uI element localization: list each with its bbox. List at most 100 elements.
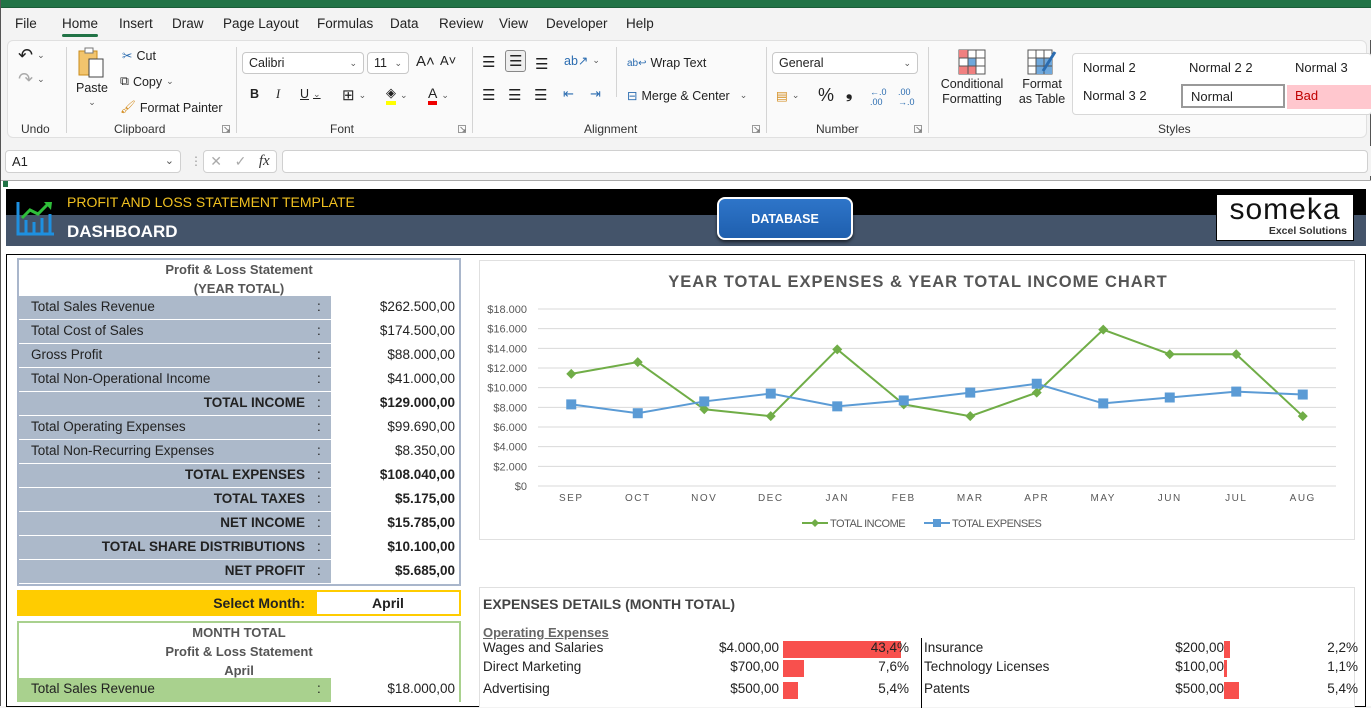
format-as-table-button[interactable]: Format as Table bbox=[1014, 49, 1070, 107]
cancel-icon[interactable]: ✕ bbox=[210, 153, 222, 170]
expense-row: Technology Licenses $100,00 1,1% bbox=[924, 659, 1358, 679]
align-middle-button[interactable]: ☰ bbox=[505, 50, 527, 72]
database-button[interactable]: DATABASE bbox=[717, 197, 853, 240]
expense-share-bar bbox=[1224, 682, 1239, 699]
row-label: NET PROFIT bbox=[19, 560, 317, 584]
font-launcher-icon[interactable]: ↘ bbox=[458, 125, 467, 134]
data-point bbox=[699, 396, 710, 407]
month-pl-header: MONTH TOTAL Profit & Loss Statement Apri… bbox=[17, 621, 461, 678]
expense-amount: $700,00 bbox=[730, 659, 779, 674]
income-expense-chart[interactable]: YEAR TOTAL EXPENSES & YEAR TOTAL INCOME … bbox=[479, 260, 1355, 540]
decrease-indent-button[interactable]: ⇤ bbox=[563, 86, 574, 102]
row-label: TOTAL EXPENSES bbox=[19, 464, 317, 488]
increase-indent-button[interactable]: ⇥ bbox=[590, 86, 601, 102]
y-tick-label: $16.000 bbox=[487, 324, 527, 336]
expense-amount: $100,00 bbox=[1175, 659, 1224, 674]
increase-font-button[interactable]: A˄ bbox=[416, 53, 435, 70]
name-box[interactable]: A1 ⌄ bbox=[5, 150, 181, 173]
undo-button[interactable]: ↶ ⌄ bbox=[18, 45, 45, 66]
row-label: Total Sales Revenue bbox=[19, 678, 317, 702]
align-center-button[interactable]: ☰ bbox=[508, 86, 521, 104]
number-group-label: Number bbox=[816, 122, 859, 136]
increase-decimal-button[interactable]: ←.0.00 bbox=[870, 87, 887, 107]
bold-button[interactable]: B bbox=[250, 87, 259, 101]
align-bottom-button[interactable]: ☰ bbox=[535, 55, 548, 73]
divider bbox=[616, 47, 617, 97]
decrease-font-button[interactable]: A˅ bbox=[440, 53, 456, 68]
style-bad[interactable]: Bad bbox=[1287, 85, 1371, 109]
formula-input[interactable] bbox=[282, 150, 1368, 173]
align-top-button[interactable]: ☰ bbox=[482, 53, 495, 71]
table-row: Total Cost of Sales: $174.500,00 bbox=[17, 320, 461, 344]
orientation-button[interactable]: ab↗ ⌄ bbox=[564, 53, 600, 68]
year-pl-table: Profit & Loss Statement (YEAR TOTAL) Tot… bbox=[17, 258, 461, 586]
tab-review[interactable]: Review bbox=[439, 16, 483, 31]
tab-draw[interactable]: Draw bbox=[172, 16, 204, 31]
style-normal-2[interactable]: Normal 2 bbox=[1075, 57, 1179, 81]
accounting-format-button[interactable]: ▤ ⌄ bbox=[776, 88, 799, 103]
font-family-select[interactable]: Calibri ⌄ bbox=[242, 52, 364, 74]
align-middle-icon: ☰ bbox=[509, 53, 523, 70]
cut-button[interactable]: ✂ Cut bbox=[122, 48, 156, 64]
redo-icon: ↷ bbox=[18, 69, 34, 89]
fill-color-button[interactable]: ◈ ⌄ bbox=[386, 85, 408, 105]
select-month-dropdown[interactable]: April bbox=[317, 592, 459, 614]
merge-icon: ⊟ bbox=[627, 89, 638, 103]
expense-share-bar bbox=[783, 660, 804, 677]
tab-formulas[interactable]: Formulas bbox=[317, 16, 373, 31]
conditional-formatting-button[interactable]: Conditional Formatting bbox=[936, 49, 1008, 107]
data-point bbox=[566, 399, 577, 410]
expense-percent: 43,4% bbox=[870, 640, 909, 655]
x-tick-label: SEP bbox=[559, 493, 584, 504]
tab-view[interactable]: View bbox=[499, 16, 528, 31]
expense-share-bar bbox=[1224, 660, 1227, 677]
format-painter-button[interactable]: 🖌 Format Painter bbox=[120, 100, 223, 115]
y-tick-label: $8.000 bbox=[493, 402, 527, 414]
borders-button[interactable]: ⊞ ⌄ bbox=[342, 86, 366, 104]
align-left-button[interactable]: ☰ bbox=[482, 86, 495, 104]
tab-insert[interactable]: Insert bbox=[119, 16, 153, 31]
expense-percent: 5,4% bbox=[878, 681, 909, 696]
align-right-button[interactable]: ☰ bbox=[534, 86, 547, 104]
tab-data[interactable]: Data bbox=[390, 16, 419, 31]
expense-name: Advertising bbox=[483, 681, 550, 696]
font-color-icon: A bbox=[428, 85, 438, 105]
italic-button[interactable]: I bbox=[276, 87, 280, 102]
insert-function-button[interactable]: fx bbox=[259, 153, 270, 170]
check-icon[interactable]: ✓ bbox=[235, 153, 247, 170]
number-launcher-icon[interactable]: ↘ bbox=[914, 125, 923, 134]
tab-page-layout[interactable]: Page Layout bbox=[223, 16, 299, 31]
wrap-text-button[interactable]: ab↩ Wrap Text bbox=[627, 56, 706, 70]
clipboard-launcher-icon[interactable]: ↘ bbox=[222, 125, 231, 134]
number-format-select[interactable]: General ⌄ bbox=[772, 52, 918, 74]
someka-logo[interactable]: someka Excel Solutions bbox=[1216, 194, 1354, 241]
decrease-decimal-button[interactable]: .00 →.0 bbox=[898, 87, 915, 107]
comma-style-button[interactable]: ❟ bbox=[846, 85, 852, 103]
worksheet: PROFIT AND LOSS STATEMENT TEMPLATE DASHB… bbox=[1, 180, 1371, 708]
tab-help[interactable]: Help bbox=[626, 16, 654, 31]
style-normal-3-2[interactable]: Normal 3 2 bbox=[1075, 85, 1179, 109]
alignment-launcher-icon[interactable]: ↘ bbox=[752, 125, 761, 134]
tab-file[interactable]: File bbox=[15, 16, 37, 31]
row-label: TOTAL INCOME bbox=[19, 392, 317, 416]
merge-center-button[interactable]: ⊟ Merge & Center ⌄ bbox=[627, 88, 747, 104]
y-tick-label: $18.000 bbox=[487, 304, 527, 316]
style-normal-2-2[interactable]: Normal 2 2 bbox=[1181, 57, 1285, 81]
font-size-select[interactable]: 11 ⌄ bbox=[367, 52, 409, 74]
copy-button[interactable]: ⧉ Copy ⌄ bbox=[120, 74, 174, 89]
row-colon: : bbox=[317, 464, 331, 488]
expense-percent: 2,2% bbox=[1327, 640, 1358, 655]
table-row: Total Non-Recurring Expenses: $8.350,00 bbox=[17, 440, 461, 464]
style-normal-3[interactable]: Normal 3 bbox=[1287, 57, 1371, 81]
redo-button[interactable]: ↷ ⌄ bbox=[18, 69, 45, 90]
decrease-indent-icon: ⇤ bbox=[563, 86, 574, 101]
tab-developer[interactable]: Developer bbox=[546, 16, 608, 31]
tab-home[interactable]: Home bbox=[62, 16, 99, 37]
dashboard-title: DASHBOARD bbox=[67, 222, 178, 241]
percent-button[interactable]: % bbox=[818, 85, 834, 106]
underline-button[interactable]: U ⌄ bbox=[300, 87, 321, 101]
font-color-button[interactable]: A ⌄ bbox=[428, 85, 449, 105]
paste-button[interactable]: Paste ⌄ bbox=[76, 47, 108, 108]
style-normal[interactable]: Normal bbox=[1181, 84, 1285, 108]
row-label: TOTAL TAXES bbox=[19, 488, 317, 512]
